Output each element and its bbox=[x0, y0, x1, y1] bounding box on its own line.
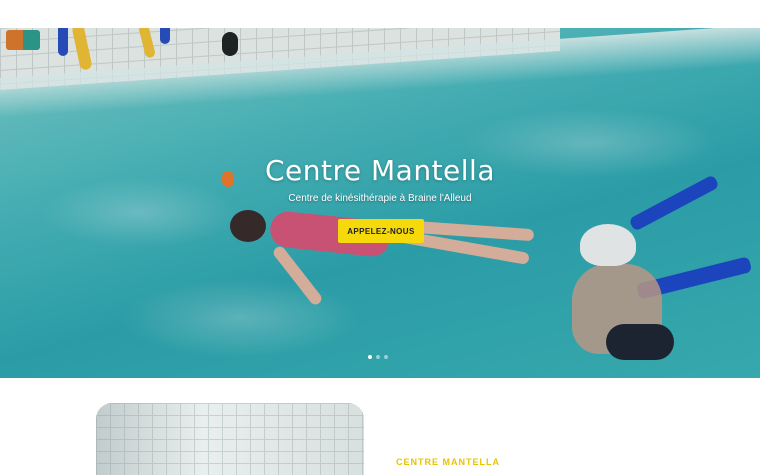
slider-dot-1[interactable] bbox=[368, 355, 372, 359]
section-heading: CENTRE MANTELLA bbox=[396, 457, 500, 467]
slider-dots bbox=[368, 355, 388, 359]
about-section: CENTRE MANTELLA bbox=[0, 378, 760, 475]
hero-slider: Centre Mantella Centre de kinésithérapie… bbox=[0, 28, 760, 378]
about-photo bbox=[96, 403, 364, 475]
slider-dot-2[interactable] bbox=[376, 355, 380, 359]
hero-title: Centre Mantella bbox=[264, 154, 495, 187]
top-bar bbox=[0, 0, 760, 28]
slider-dot-3[interactable] bbox=[384, 355, 388, 359]
hero-subtitle: Centre de kinésithérapie à Braine l'Alle… bbox=[288, 193, 472, 204]
photo-shading bbox=[96, 403, 364, 475]
call-us-button[interactable]: APPELEZ-NOUS bbox=[338, 219, 424, 243]
